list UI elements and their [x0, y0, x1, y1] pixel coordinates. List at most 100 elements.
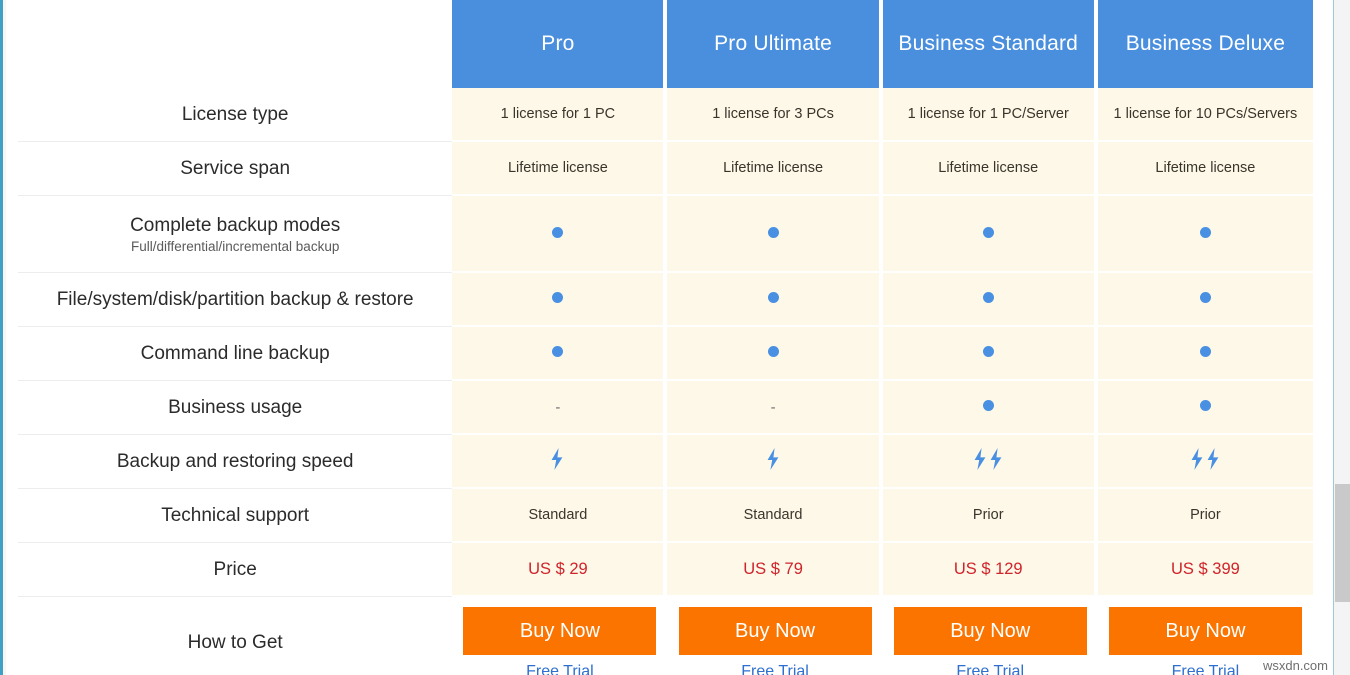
cell-business-usage-business-standard [882, 381, 1098, 435]
row-label-service-span: Service span [18, 142, 453, 196]
cell-command-line-pro [452, 327, 668, 381]
cell-price-business-deluxe: US $ 399 [1097, 543, 1313, 597]
table-header-row: Pro Pro Ultimate Business Standard Busin… [18, 0, 1313, 88]
row-label-backup-modes-title: Complete backup modes [130, 214, 341, 236]
table-row-file-system-backup: File/system/disk/partition backup & rest… [18, 273, 1313, 327]
header-corner-spacer [18, 0, 453, 88]
cell-price-pro-ultimate: US $ 79 [667, 543, 883, 597]
buy-now-button-pro[interactable]: Buy Now [463, 607, 657, 655]
row-label-how-to-get: How to Get [18, 597, 453, 675]
check-dot-icon [1199, 400, 1211, 411]
cell-file-system-backup-pro [452, 273, 668, 327]
buy-now-button-business-deluxe[interactable]: Buy Now [1108, 607, 1302, 655]
plan-header-pro-ultimate: Pro Ultimate [667, 0, 883, 88]
speed-bolts [550, 448, 565, 470]
check-dot-icon [982, 226, 994, 238]
buy-now-button-business-standard[interactable]: Buy Now [893, 607, 1087, 655]
vertical-scrollbar[interactable] [1333, 0, 1350, 675]
cell-service-span-pro-ultimate: Lifetime license [667, 142, 883, 196]
check-dot-icon [552, 226, 564, 238]
lightning-bolt-icon [766, 448, 781, 470]
lightning-bolt-icon [1206, 448, 1221, 470]
scrollbar-thumb[interactable] [1335, 484, 1350, 602]
cell-backup-modes-pro-ultimate [667, 196, 883, 273]
cell-support-business-standard: Prior [882, 489, 1098, 543]
cell-speed-pro [452, 435, 668, 489]
row-label-price: Price [18, 543, 453, 597]
cell-command-line-business-standard [882, 327, 1098, 381]
free-trial-link-pro[interactable]: Free Trial [452, 663, 667, 675]
plan-header-pro: Pro [452, 0, 668, 88]
check-dot-icon [552, 292, 564, 303]
row-label-backup-speed: Backup and restoring speed [18, 435, 453, 489]
lightning-bolt-icon [1190, 448, 1205, 470]
row-label-license-type: License type [18, 88, 453, 142]
speed-bolts [766, 448, 781, 470]
watermark: wsxdn.com [1260, 658, 1330, 673]
price-value: US $ 79 [743, 559, 803, 578]
check-dot-icon [552, 346, 564, 357]
table-row-command-line-backup: Command line backup [18, 327, 1313, 381]
cell-get-pro-ultimate: Buy Now Free Trial [667, 597, 883, 675]
cell-license-type-business-deluxe: 1 license for 10 PCs/Servers [1097, 88, 1313, 142]
check-dot-icon [982, 346, 994, 357]
cell-file-system-backup-business-standard [882, 273, 1098, 327]
cell-command-line-business-deluxe [1097, 327, 1313, 381]
table-row-backup-modes: Complete backup modes Full/differential/… [18, 196, 1313, 273]
lightning-bolt-icon [973, 448, 988, 470]
lightning-bolt-icon [550, 448, 565, 470]
speed-bolts [973, 448, 1004, 470]
cell-get-pro: Buy Now Free Trial [452, 597, 668, 675]
cell-file-system-backup-business-deluxe [1097, 273, 1313, 327]
price-value: US $ 29 [528, 559, 588, 578]
cell-file-system-backup-pro-ultimate [667, 273, 883, 327]
row-label-business-usage: Business usage [18, 381, 453, 435]
check-dot-icon [982, 292, 994, 303]
table-row-backup-speed: Backup and restoring speed [18, 435, 1313, 489]
speed-bolts [1190, 448, 1221, 470]
check-dot-icon [1199, 346, 1211, 357]
table-row-how-to-get: How to Get Buy Now Free Trial Buy Now Fr… [18, 597, 1313, 675]
check-dot-icon [767, 346, 779, 357]
cell-support-pro-ultimate: Standard [667, 489, 883, 543]
cell-speed-pro-ultimate [667, 435, 883, 489]
cell-service-span-business-standard: Lifetime license [882, 142, 1098, 196]
cell-get-business-standard: Buy Now Free Trial [882, 597, 1098, 675]
check-dot-icon [1199, 292, 1211, 303]
price-value: US $ 399 [1171, 559, 1240, 578]
cell-license-type-business-standard: 1 license for 1 PC/Server [882, 88, 1098, 142]
cell-business-usage-pro: - [452, 381, 668, 435]
free-trial-link-pro-ultimate[interactable]: Free Trial [667, 663, 882, 675]
cell-business-usage-business-deluxe [1097, 381, 1313, 435]
row-label-command-line-backup: Command line backup [18, 327, 453, 381]
table-row-service-span: Service span Lifetime license Lifetime l… [18, 142, 1313, 196]
cell-support-pro: Standard [452, 489, 668, 543]
cell-license-type-pro-ultimate: 1 license for 3 PCs [667, 88, 883, 142]
row-label-backup-modes: Complete backup modes Full/differential/… [18, 196, 453, 273]
buy-now-button-pro-ultimate[interactable]: Buy Now [678, 607, 872, 655]
cell-backup-modes-business-deluxe [1097, 196, 1313, 273]
cell-price-pro: US $ 29 [452, 543, 668, 597]
check-dot-icon [1199, 226, 1211, 238]
cell-business-usage-pro-ultimate: - [667, 381, 883, 435]
pricing-comparison-page: Pro Pro Ultimate Business Standard Busin… [0, 0, 1350, 675]
check-dot-icon [767, 226, 779, 238]
cell-price-business-standard: US $ 129 [882, 543, 1098, 597]
free-trial-link-business-standard[interactable]: Free Trial [883, 663, 1098, 675]
table-row-technical-support: Technical support Standard Standard Prio… [18, 489, 1313, 543]
unavailable-dash-icon: - [770, 398, 776, 416]
cell-service-span-pro: Lifetime license [452, 142, 668, 196]
plan-header-business-standard: Business Standard [882, 0, 1098, 88]
check-dot-icon [767, 292, 779, 303]
row-label-technical-support: Technical support [18, 489, 453, 543]
check-dot-icon [982, 400, 994, 411]
table-row-price: Price US $ 29 US $ 79 US $ 129 US $ 399 [18, 543, 1313, 597]
plan-comparison-table: Pro Pro Ultimate Business Standard Busin… [18, 0, 1313, 675]
lightning-bolt-icon [989, 448, 1004, 470]
cell-command-line-pro-ultimate [667, 327, 883, 381]
unavailable-dash-icon: - [555, 398, 561, 416]
row-label-backup-modes-subtitle: Full/differential/incremental backup [130, 238, 340, 254]
cell-support-business-deluxe: Prior [1097, 489, 1313, 543]
plan-header-business-deluxe: Business Deluxe [1097, 0, 1313, 88]
cell-speed-business-deluxe [1097, 435, 1313, 489]
